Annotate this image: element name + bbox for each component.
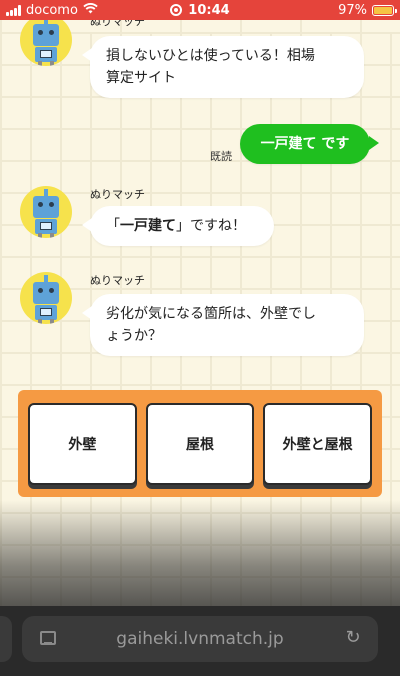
carrier-label: docomo — [26, 2, 78, 18]
page-menu-icon[interactable] — [40, 631, 56, 645]
user-message-bubble: 一戸建て です — [240, 124, 379, 164]
bot-message-bubble: 「一戸建て」ですね！ — [82, 206, 274, 246]
bot-message-bubble: 劣化が気になる箇所は、外壁でし ょうか？ — [82, 294, 364, 356]
bottom-fade-overlay — [0, 500, 400, 610]
message-text: ですね！ — [190, 218, 246, 234]
bot-avatar — [20, 272, 72, 324]
message-text-line: ょうか？ — [106, 328, 162, 344]
sender-name: ぬりマッチ — [90, 188, 145, 201]
battery-label: 97% — [338, 2, 367, 18]
bot-avatar — [20, 14, 72, 66]
status-center: 10:44 — [146, 3, 254, 18]
clock-label: 10:44 — [188, 2, 230, 18]
message-text-line: 劣化が気になる箇所は、外壁でし — [106, 306, 316, 322]
option-button-roof[interactable]: 屋根 — [145, 402, 255, 485]
option-button-wall-and-roof[interactable]: 外壁と屋根 — [263, 402, 373, 485]
browser-toolbar: gaiheki.lvnmatch.jp ↻ — [0, 606, 400, 676]
option-button-exterior-wall[interactable]: 外壁 — [28, 402, 137, 485]
address-bar[interactable]: gaiheki.lvnmatch.jp ↻ — [22, 616, 378, 662]
answer-options-panel: 外壁 屋根 外壁と屋根 — [18, 390, 382, 497]
reload-icon[interactable]: ↻ — [344, 629, 362, 647]
bot-message-bubble: 損しないひとは使っている！相場 算定サイト — [82, 36, 364, 98]
status-right: 97% — [254, 2, 397, 18]
bold-text: 一戸建て — [120, 218, 176, 234]
quote-close: 」 — [176, 218, 190, 234]
battery-icon — [372, 4, 397, 16]
wifi-icon — [83, 2, 98, 18]
url-text: gaiheki.lvnmatch.jp — [116, 629, 284, 649]
status-bar: docomo 10:44 97% — [0, 0, 400, 20]
read-receipt: 既読 — [210, 150, 232, 163]
message-text-line: 算定サイト — [106, 70, 176, 86]
previous-tab-edge[interactable] — [0, 616, 12, 662]
signal-icon — [6, 4, 21, 16]
user-message-text: 一戸建て です — [260, 136, 350, 152]
bot-avatar — [20, 186, 72, 238]
status-left: docomo — [6, 3, 146, 18]
quote-open: 「 — [106, 218, 120, 234]
message-text-line: 損しないひとは使っている！相場 — [106, 48, 315, 64]
sender-name: ぬりマッチ — [90, 274, 145, 287]
record-icon — [170, 4, 183, 16]
